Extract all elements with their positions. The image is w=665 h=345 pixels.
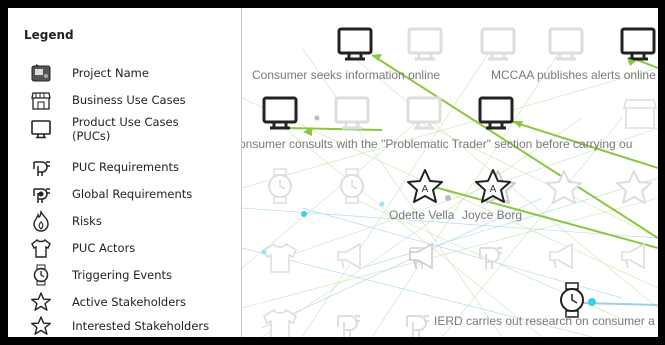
legend-label: Interested Stakeholders: [72, 319, 210, 333]
pucs-node-consumer-seeks: [337, 27, 373, 61]
requirement-node: [337, 315, 361, 337]
legend-label: Business Use Cases: [72, 93, 186, 107]
legend-item-global-requirements: Global Requirements: [30, 183, 192, 205]
node-label-ierd[interactable]: IERD carries out research on consumer a: [434, 314, 655, 328]
legend-item-puc-requirements: PUC Requirements: [30, 156, 179, 178]
pucs-node: [334, 96, 370, 130]
faint-edges: [242, 47, 658, 337]
business-use-cases-icon: [31, 92, 51, 110]
puc-requirements-icon: [33, 161, 50, 176]
requirement-node: [479, 247, 503, 270]
legend-item-active-stakeholders: Active Stakeholders: [30, 291, 186, 313]
legend-item-business-use-cases: Business Use Cases: [30, 89, 186, 111]
risk-node: [621, 243, 645, 269]
interested-stakeholders-icon: [31, 316, 51, 335]
legend-item-product-use-cases: Product Use Cases (PUCs): [30, 115, 182, 143]
business-use-case-node: [623, 99, 657, 129]
app-frame: Legend Project Name Business Use Cases P…: [8, 8, 658, 337]
legend-label: Triggering Events: [72, 268, 173, 282]
triggering-event-node: [340, 168, 364, 204]
legend-title: Legend: [24, 28, 74, 42]
legend-item-interested-stakeholders: Interested Stakeholders: [30, 315, 209, 337]
triggering-events-icon: [33, 264, 49, 286]
pucs-node: [406, 96, 442, 130]
pucs-node-problematic-trader: [478, 96, 514, 130]
node-label-odette-vella[interactable]: Odette Vella: [389, 208, 454, 222]
legend-label: Product Use Cases (PUCs): [72, 115, 179, 143]
actor-node: [263, 309, 297, 337]
triggering-event-node-ierd: [560, 282, 584, 318]
node-label-consumer-seeks[interactable]: Consumer seeks information online: [252, 68, 440, 82]
legend-panel: Legend Project Name Business Use Cases P…: [8, 8, 242, 337]
node-label-joyce-borg[interactable]: Joyce Borg: [462, 208, 522, 222]
pucs-node: [480, 27, 516, 61]
legend-item-project-name: Project Name: [30, 62, 149, 84]
legend-label: Global Requirements: [72, 187, 193, 201]
legend-label: PUC Actors: [72, 241, 136, 255]
node-label-problematic-trader[interactable]: onsumer consults with the "Problematic T…: [242, 137, 632, 151]
puc-actors-icon: [31, 238, 51, 258]
pucs-node: [548, 27, 584, 61]
product-use-cases-icon: [31, 120, 51, 139]
legend-item-puc-actors: PUC Actors: [30, 237, 135, 259]
pucs-node-consumer-consults: [262, 96, 298, 130]
stakeholder-badge: A: [422, 184, 429, 195]
legend-item-triggering-events: Triggering Events: [30, 264, 172, 286]
pucs-node-mccaa-publishes: [620, 27, 656, 61]
triggering-event-node: [268, 168, 292, 204]
graph-canvas[interactable]: A A Consumer seeks information online MC…: [242, 8, 658, 337]
pucs-node: [407, 27, 443, 61]
risks-icon: [33, 210, 49, 232]
legend-label: PUC Requirements: [72, 160, 179, 174]
actor-node: [263, 243, 297, 273]
legend-label: Active Stakeholders: [72, 295, 187, 309]
requirement-node: [406, 315, 430, 337]
active-stakeholders-icon: [31, 292, 51, 311]
legend-item-risks: Risks: [30, 210, 102, 232]
graph-svg: A A: [242, 27, 658, 337]
node-label-mccaa-publishes[interactable]: MCCAA publishes alerts online: [491, 68, 656, 82]
risk-node: [549, 243, 573, 269]
legend-label: Risks: [72, 214, 102, 228]
stakeholder-badge: A: [490, 184, 497, 195]
stakeholder-node: [616, 170, 652, 204]
global-requirements-icon: [33, 188, 50, 203]
risk-node: [337, 243, 361, 269]
project-name-icon: [31, 64, 51, 82]
legend-label: Project Name: [72, 66, 149, 80]
